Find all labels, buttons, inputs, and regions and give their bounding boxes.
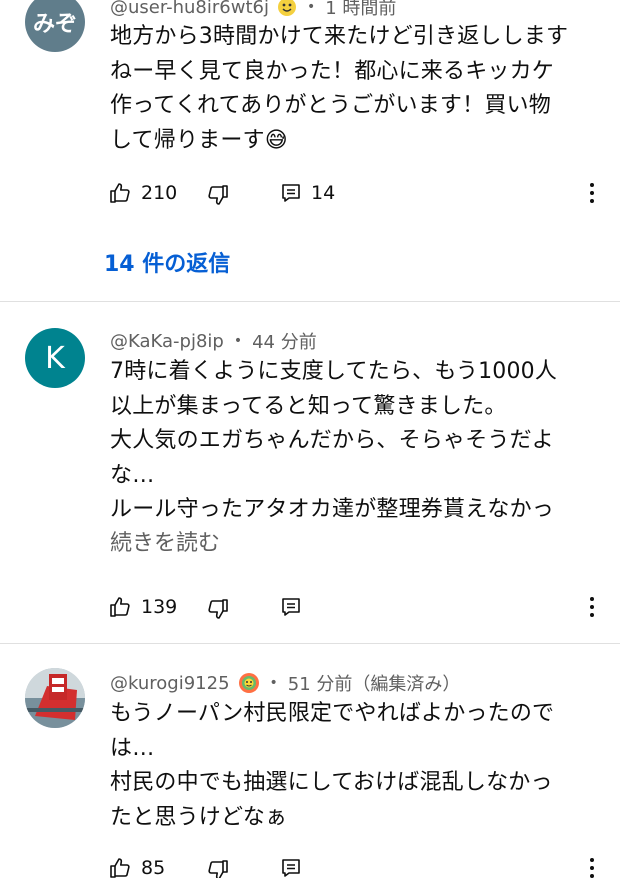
comment-line: 地方から3時間かけて来たけど引き返しします xyxy=(110,24,569,49)
more-options-dot xyxy=(590,866,594,870)
comment-line: 7時に着くように支度してたら、もう1000人 xyxy=(110,359,558,384)
comment-line: たと思うけどなぁ xyxy=(110,804,288,830)
reply-icon xyxy=(282,598,300,616)
divider xyxy=(0,643,620,644)
comment-line: もうノーパン村民限定でやればよかったので xyxy=(110,701,555,726)
more-options-icon xyxy=(590,858,594,862)
comment-text: もうノーパン村民限定でやればよかったので は… 村民の中でも抽選にしておけば混乱… xyxy=(110,697,600,835)
reply-count: 14 xyxy=(311,182,336,204)
comment-author[interactable]: @KaKa-pj8ip xyxy=(110,331,224,352)
comment-actions: 85 xyxy=(0,850,620,878)
reply-icon xyxy=(282,859,300,877)
comment-time: 44 分前 xyxy=(252,332,317,353)
comment-meta: @user-hu8ir6wt6j • 1 時間前 xyxy=(110,0,396,20)
member-badge-icon xyxy=(277,0,297,17)
dislike-button[interactable] xyxy=(206,183,230,207)
like-count: 139 xyxy=(141,596,178,618)
comment-text: 地方から3時間かけて来たけど引き返しします ねー早く見て良かった！都心に来るキッ… xyxy=(110,20,600,158)
reply-button[interactable] xyxy=(280,857,302,878)
comment-line: な… xyxy=(110,462,155,488)
separator-dot: • xyxy=(306,0,316,15)
comment-line: ルール守ったアタオカ達が整理券貰えなかっ xyxy=(110,497,555,522)
more-options-dot xyxy=(590,874,594,878)
comment-line: 村民の中でも抽選にしておけば混乱しなかっ xyxy=(110,770,553,795)
more-options-dot xyxy=(590,199,594,203)
like-icon xyxy=(110,183,130,203)
like-button[interactable]: 85 xyxy=(108,856,165,878)
member-badge-icon xyxy=(238,672,260,694)
dislike-icon xyxy=(208,185,228,205)
comment-line: 以上が集まってると知って驚きました。 xyxy=(110,393,507,419)
like-button[interactable]: 210 xyxy=(108,181,177,205)
more-options-icon xyxy=(590,597,594,601)
more-options-dot xyxy=(590,191,594,195)
divider xyxy=(0,301,620,302)
comment-text: 7時に着くように支度してたら、もう1000人 以上が集まってると知って驚きました… xyxy=(110,355,600,528)
comment-line: は… xyxy=(110,735,155,761)
avatar[interactable]: K xyxy=(25,328,85,388)
reply-icon xyxy=(282,184,300,202)
reply-button[interactable] xyxy=(280,596,302,618)
comment-author[interactable]: @user-hu8ir6wt6j xyxy=(110,0,269,18)
comment-actions: 139 xyxy=(0,589,620,625)
separator-dot: • xyxy=(233,333,243,349)
more-options-dot xyxy=(590,605,594,609)
more-options-dot xyxy=(590,613,594,617)
like-icon xyxy=(110,597,130,617)
comment-line: ねー早く見て良かった！都心に来るキッカケ xyxy=(110,58,555,84)
like-count: 85 xyxy=(141,857,166,878)
comment-author[interactable]: @kurogi9125 xyxy=(110,673,230,694)
avatar-photo xyxy=(25,668,85,728)
comment-line: 大人気のエガちゃんだから、そらゃそうだよ xyxy=(110,428,555,453)
comment-line: して帰りまーす😅 xyxy=(110,127,288,153)
more-options-icon xyxy=(590,183,594,187)
dislike-icon xyxy=(208,599,228,619)
comment-meta: @KaKa-pj8ip • 44 分前 xyxy=(110,328,317,354)
comment-line: 作ってくれてありがとうごがいます！買い物 xyxy=(110,93,551,118)
more-options-button[interactable] xyxy=(582,853,602,878)
dislike-icon xyxy=(208,860,228,878)
avatar-initials: K xyxy=(45,340,65,376)
more-options-button[interactable] xyxy=(582,592,602,622)
avatar-initials: みぞ xyxy=(32,12,77,37)
comment-time: 51 分前（編集済み） xyxy=(287,674,461,695)
read-more-link[interactable]: 続きを読む xyxy=(110,527,220,561)
avatar[interactable]: みぞ xyxy=(25,0,85,52)
comment-actions: 210 14 xyxy=(0,175,620,211)
like-button[interactable]: 139 xyxy=(108,595,177,619)
like-count: 210 xyxy=(141,182,178,204)
dislike-button[interactable] xyxy=(206,858,230,878)
view-replies-link[interactable]: 14 件の返信 xyxy=(104,246,230,278)
separator-dot: • xyxy=(269,675,278,691)
like-icon xyxy=(110,858,130,878)
comment-meta: @kurogi9125 • 51 分前（編集済み） xyxy=(110,670,460,696)
avatar[interactable] xyxy=(25,668,85,728)
more-options-button[interactable] xyxy=(582,178,602,208)
comment-time: 1 時間前 xyxy=(325,0,397,19)
reply-button[interactable]: 14 xyxy=(280,182,335,204)
dislike-button[interactable] xyxy=(206,597,230,621)
